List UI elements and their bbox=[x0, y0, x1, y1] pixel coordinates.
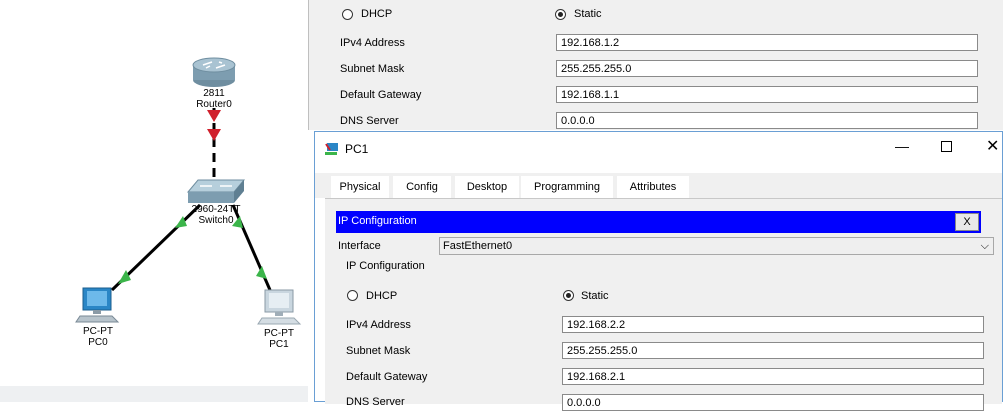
router-name: Router0 bbox=[196, 99, 232, 110]
chevron-down-icon: ⌵ bbox=[980, 240, 989, 252]
pc0-static-radio[interactable] bbox=[555, 9, 566, 20]
router-icon[interactable] bbox=[192, 57, 236, 87]
interface-select-value: FastEthernet0 bbox=[443, 240, 513, 252]
close-icon[interactable]: ✕ bbox=[986, 136, 999, 156]
pc0-mask-field[interactable]: 255.255.255.0 bbox=[556, 60, 978, 77]
minimize-icon[interactable]: — bbox=[895, 138, 909, 154]
pc1-ipv4-field[interactable]: 192.168.2.2 bbox=[562, 316, 984, 333]
link-down-indicator-switch bbox=[207, 129, 221, 141]
tab-attributes[interactable]: Attributes bbox=[617, 176, 689, 198]
pc1-dns-field[interactable]: 0.0.0.0 bbox=[562, 394, 984, 411]
canvas-status-strip bbox=[0, 386, 308, 402]
ip-config-section-label: IP Configuration bbox=[346, 260, 425, 272]
pc0-label: PC-PT PC0 bbox=[58, 326, 138, 348]
pc0-dns-field[interactable]: 0.0.0.0 bbox=[556, 112, 978, 129]
ip-config-header-bar: IP Configuration X bbox=[336, 211, 981, 233]
pc0-config-window: DHCP Static IPv4 Address 192.168.1.2 Sub… bbox=[308, 0, 1003, 130]
topology-canvas[interactable]: 2811 Router0 2960-24TT Switch0 PC-PT PC0… bbox=[0, 0, 308, 386]
pc0-gateway-field[interactable]: 192.168.1.1 bbox=[556, 86, 978, 103]
tab-physical[interactable]: Physical bbox=[331, 176, 389, 198]
pc1-model: PC-PT bbox=[264, 328, 294, 339]
pc0-dhcp-label: DHCP bbox=[361, 8, 393, 20]
pc1-ipv4-label: IPv4 Address bbox=[346, 319, 411, 331]
switch-icon[interactable] bbox=[186, 179, 246, 203]
pc0-static-label: Static bbox=[574, 8, 602, 20]
router-model: 2811 bbox=[203, 88, 225, 99]
pc1-static-label: Static bbox=[581, 290, 609, 302]
pc1-window-title: PC1 bbox=[345, 142, 369, 156]
pc1-config-window: PC1 — ✕ Physical Config Desktop Programm… bbox=[314, 131, 1003, 411]
tab-config[interactable]: Config bbox=[393, 176, 451, 198]
pc1-gateway-field[interactable]: 192.168.2.1 bbox=[562, 368, 984, 385]
ip-config-close-button[interactable]: X bbox=[955, 213, 979, 231]
pc1-static-radio[interactable] bbox=[563, 290, 574, 301]
tab-programming[interactable]: Programming bbox=[521, 176, 613, 198]
link-up-indicator-pc1 bbox=[256, 266, 267, 279]
pc0-dhcp-radio[interactable] bbox=[342, 9, 353, 20]
pc1-dhcp-label: DHCP bbox=[366, 290, 398, 302]
pc0-mask-label: Subnet Mask bbox=[340, 63, 405, 75]
pc0-ipv4-label: IPv4 Address bbox=[340, 37, 405, 49]
switch-model: 2960-24TT bbox=[191, 204, 241, 215]
interface-label: Interface bbox=[338, 240, 381, 252]
pc-app-icon bbox=[325, 143, 338, 155]
interface-select[interactable]: FastEthernet0 ⌵ bbox=[439, 237, 994, 255]
pc1-name: PC1 bbox=[269, 339, 289, 350]
pc0-model: PC-PT bbox=[83, 326, 113, 337]
maximize-icon[interactable] bbox=[941, 141, 952, 152]
tab-desktop[interactable]: Desktop bbox=[455, 176, 519, 200]
pc1-dhcp-radio[interactable] bbox=[347, 290, 358, 301]
pc1-dns-label: DNS Server bbox=[346, 396, 405, 408]
router-label: 2811 Router0 bbox=[174, 88, 254, 110]
link-down-indicator-router bbox=[207, 110, 221, 122]
pc1-mask-field[interactable]: 255.255.255.0 bbox=[562, 342, 984, 359]
pc0-name: PC0 bbox=[88, 337, 108, 348]
pc0-icon[interactable] bbox=[75, 287, 120, 323]
pc1-label: PC-PT PC1 bbox=[239, 328, 319, 350]
pc0-gateway-label: Default Gateway bbox=[340, 89, 422, 101]
switch-name: Switch0 bbox=[198, 215, 234, 226]
pc1-mask-label: Subnet Mask bbox=[346, 345, 411, 357]
switch-label: 2960-24TT Switch0 bbox=[176, 204, 256, 226]
ip-config-header-title: IP Configuration bbox=[338, 215, 417, 227]
pc1-title-bar[interactable]: PC1 — ✕ bbox=[315, 132, 1002, 163]
pc1-gateway-label: Default Gateway bbox=[346, 371, 428, 383]
pc0-ipv4-field[interactable]: 192.168.1.2 bbox=[556, 34, 978, 51]
pc1-icon[interactable] bbox=[257, 289, 302, 325]
pc0-dns-label: DNS Server bbox=[340, 115, 399, 127]
